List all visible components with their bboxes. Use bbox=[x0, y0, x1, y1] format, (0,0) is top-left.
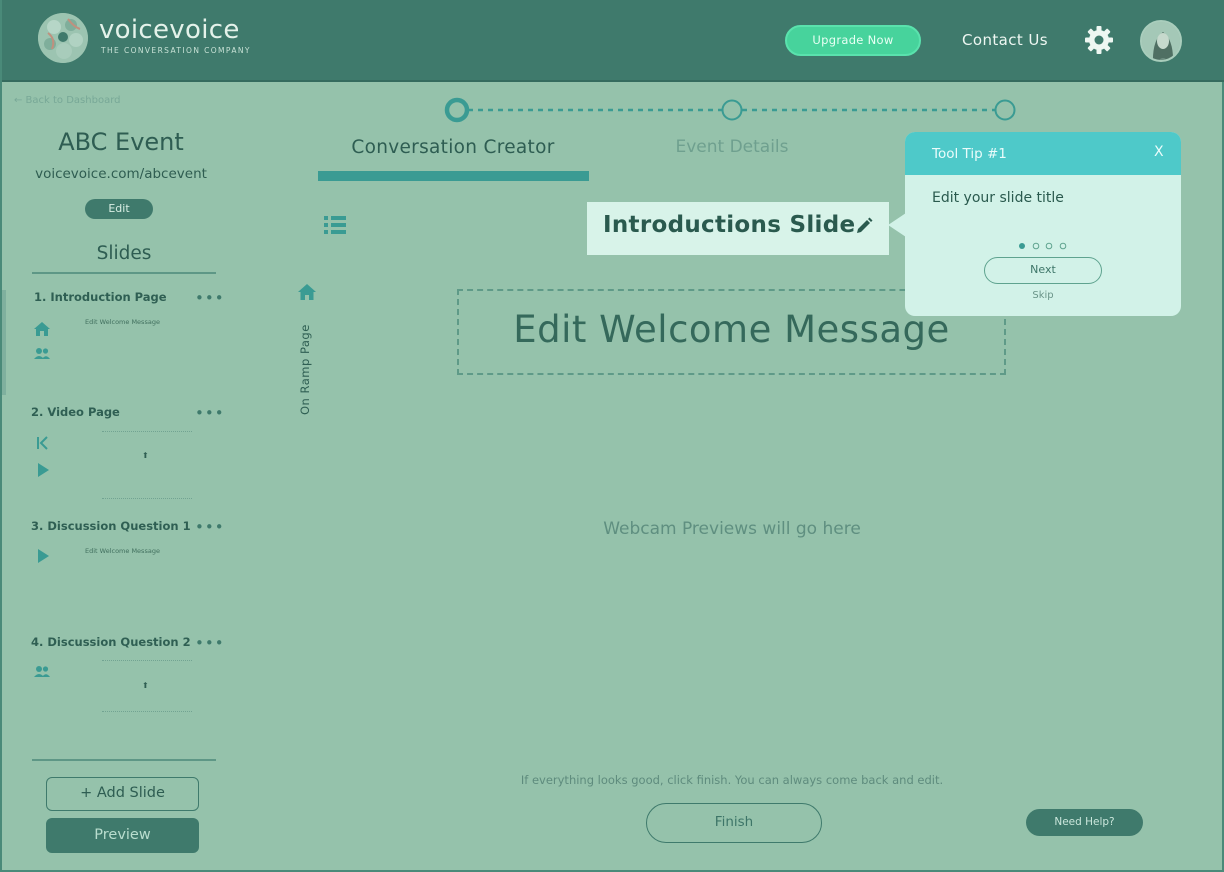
brand-tagline: THE CONVERSATION COMPANY bbox=[101, 46, 251, 55]
people-icon bbox=[34, 666, 50, 677]
tooltip-pagination bbox=[1019, 242, 1067, 250]
edit-event-button[interactable]: Edit bbox=[85, 199, 153, 219]
tab-event-details[interactable]: Event Details bbox=[647, 137, 817, 157]
progress-stepper bbox=[444, 97, 1016, 123]
close-icon[interactable]: X bbox=[1154, 144, 1164, 160]
user-avatar[interactable] bbox=[1140, 20, 1182, 62]
upload-icon: ⬆ bbox=[142, 681, 149, 690]
divider bbox=[32, 272, 216, 274]
slide-title[interactable]: Introductions Slide bbox=[603, 212, 855, 238]
brand-name: voicevoice bbox=[99, 15, 240, 45]
panel-edge bbox=[2, 290, 6, 395]
play-icon bbox=[38, 463, 49, 477]
webcam-placeholder: Webcam Previews will go here bbox=[603, 519, 861, 539]
gear-icon[interactable] bbox=[1084, 25, 1114, 55]
logo-icon[interactable] bbox=[38, 13, 88, 63]
play-icon bbox=[38, 549, 49, 563]
app-window: voicevoice THE CONVERSATION COMPANY Upgr… bbox=[0, 0, 1224, 872]
home-icon bbox=[298, 284, 316, 300]
contact-us-link[interactable]: Contact Us bbox=[962, 31, 1048, 49]
event-title: ABC Event bbox=[58, 128, 184, 156]
slide-4-more-icon[interactable]: ••• bbox=[195, 636, 225, 651]
slide-item-3-title[interactable]: 3. Discussion Question 1 bbox=[31, 519, 191, 533]
back-to-dashboard-link[interactable]: ← Back to Dashboard bbox=[14, 95, 120, 106]
home-icon bbox=[34, 322, 50, 336]
upload-icon: ⬆ bbox=[142, 451, 149, 460]
active-tab-indicator bbox=[318, 171, 589, 181]
people-icon bbox=[34, 348, 50, 359]
slide-item-1-title[interactable]: 1. Introduction Page bbox=[34, 290, 167, 304]
divider bbox=[32, 759, 216, 761]
add-slide-button[interactable]: + Add Slide bbox=[46, 777, 199, 811]
pencil-icon[interactable] bbox=[855, 217, 873, 235]
slide-item-4-title[interactable]: 4. Discussion Question 2 bbox=[31, 635, 191, 649]
tooltip-popup: Tool Tip #1 X Edit your slide title Next… bbox=[905, 132, 1181, 316]
slides-heading: Slides bbox=[96, 243, 152, 264]
slide-1-preview-text: Edit Welcome Message bbox=[85, 318, 160, 326]
slide-2-more-icon[interactable]: ••• bbox=[195, 406, 225, 421]
slide-3-preview-text: Edit Welcome Message bbox=[85, 547, 160, 555]
slide-3-more-icon[interactable]: ••• bbox=[195, 520, 225, 535]
on-ramp-page-label: On Ramp Page bbox=[298, 324, 312, 415]
need-help-button[interactable]: Need Help? bbox=[1026, 809, 1143, 836]
top-bar: voicevoice THE CONVERSATION COMPANY Upgr… bbox=[2, 0, 1224, 82]
slide-1-more-icon[interactable]: ••• bbox=[195, 291, 225, 306]
tooltip-body: Edit your slide title bbox=[932, 190, 1064, 206]
slide-2-preview bbox=[102, 431, 192, 499]
preview-button[interactable]: Preview bbox=[46, 818, 199, 853]
tooltip-next-button[interactable]: Next bbox=[984, 257, 1102, 284]
tooltip-title: Tool Tip #1 bbox=[932, 146, 1007, 162]
list-icon[interactable] bbox=[323, 214, 347, 236]
finish-hint: If everything looks good, click finish. … bbox=[520, 773, 944, 787]
tooltip-pointer bbox=[888, 213, 906, 237]
slide-item-2-title[interactable]: 2. Video Page bbox=[31, 405, 120, 419]
upgrade-now-button[interactable]: Upgrade Now bbox=[785, 25, 921, 56]
finish-button[interactable]: Finish bbox=[646, 803, 822, 843]
tooltip-skip-link[interactable]: Skip bbox=[984, 290, 1102, 301]
event-url: voicevoice.com/abcevent bbox=[35, 166, 207, 182]
tab-conversation-creator[interactable]: Conversation Creator bbox=[318, 137, 588, 158]
skip-back-icon bbox=[37, 436, 48, 450]
